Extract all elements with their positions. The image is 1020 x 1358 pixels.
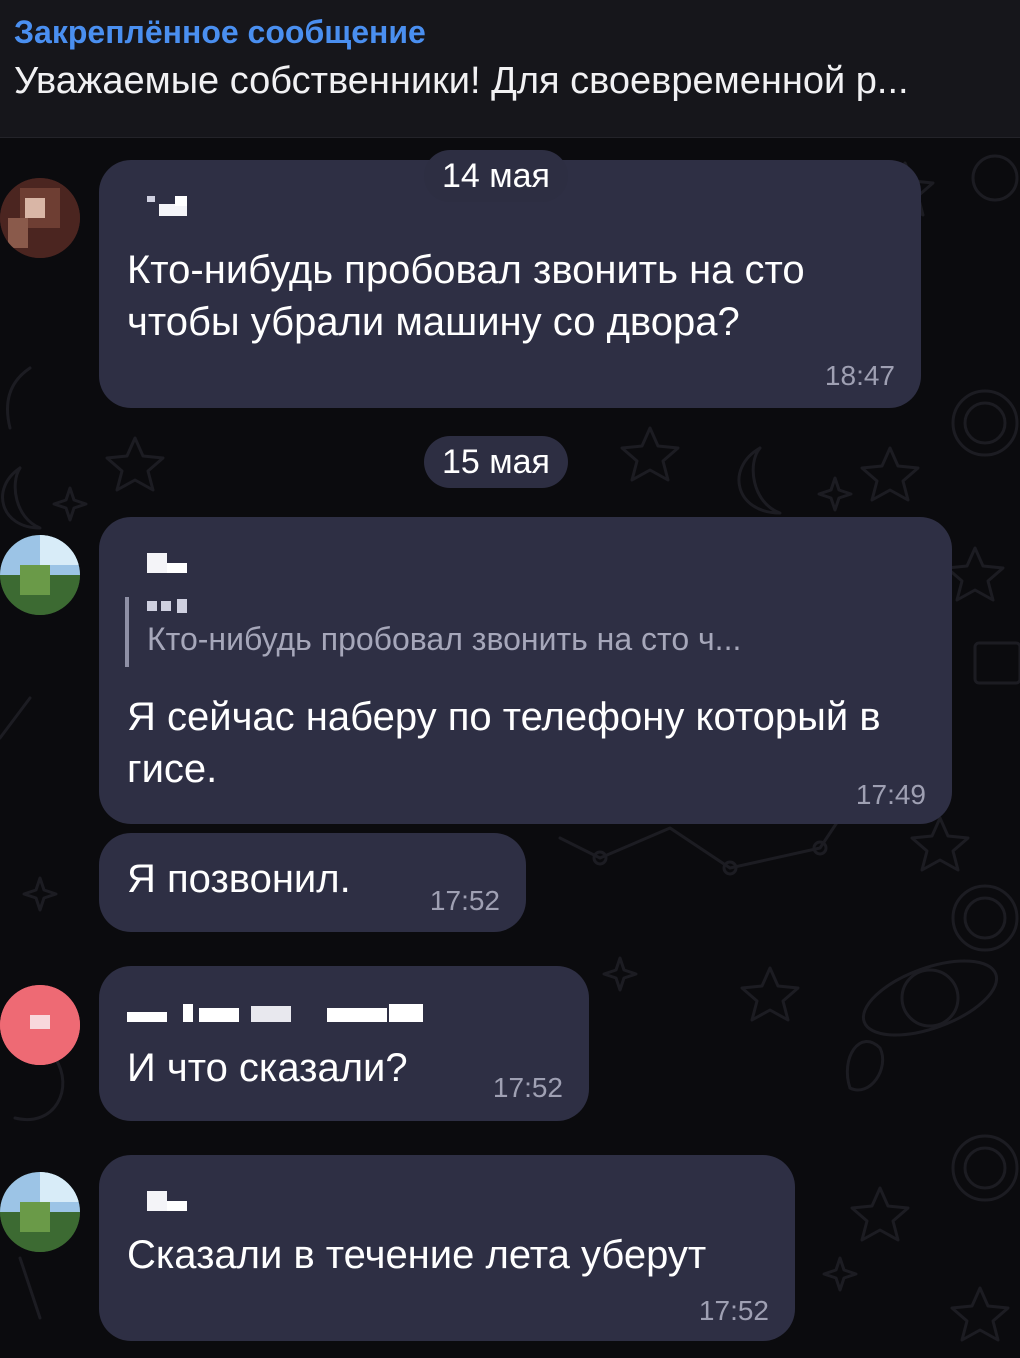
message-bubble[interactable]: Сказали в течение лета уберут 17:52 [99, 1155, 795, 1341]
sender-name-pixelated-icon[interactable] [127, 196, 187, 218]
message-text: Кто-нибудь пробовал звонить на сто чтобы… [127, 248, 805, 344]
date-separator: 15 мая [424, 436, 568, 488]
message-text: И что сказали? [127, 1046, 408, 1090]
message-bubble[interactable]: Я позвонил. 17:52 [99, 833, 526, 932]
reply-quote[interactable]: Кто-нибудь пробовал звонить на сто ч... [125, 597, 741, 667]
reply-sender-pixelated-icon [147, 597, 207, 621]
message-time: 18:47 [824, 360, 895, 391]
pinned-title: Закреплённое сообщение [14, 14, 426, 50]
avatar[interactable] [0, 985, 80, 1065]
sender-name-pixelated-icon[interactable] [127, 1191, 187, 1213]
pinned-text: Уважаемые собственники! Для своевременно… [14, 60, 909, 102]
message-time: 17:49 [855, 779, 926, 810]
message-bubble[interactable]: Кто-нибудь пробовал звонить на сто ч... … [99, 517, 952, 824]
avatar[interactable] [0, 1172, 80, 1252]
message-text: Сказали в течение лета уберут [127, 1233, 707, 1277]
avatar[interactable] [0, 535, 80, 615]
avatar[interactable] [0, 178, 80, 258]
message-time: 17:52 [429, 885, 500, 916]
date-separator: 14 мая [424, 150, 568, 202]
sender-name-pixelated-icon[interactable] [127, 553, 187, 575]
pinned-message-bar[interactable]: Закреплённое сообщение Уважаемые собстве… [0, 0, 1020, 138]
sender-name-pixelated-icon[interactable] [127, 1004, 427, 1026]
message-text: Я сейчас наберу по телефону который в ги… [127, 695, 881, 791]
message-text: Я позвонил. [127, 857, 351, 901]
message-time: 17:52 [698, 1295, 769, 1326]
reply-text: Кто-нибудь пробовал звонить на сто ч... [147, 621, 742, 657]
message-bubble[interactable]: И что сказали? 17:52 [99, 966, 589, 1121]
message-time: 17:52 [492, 1072, 563, 1103]
